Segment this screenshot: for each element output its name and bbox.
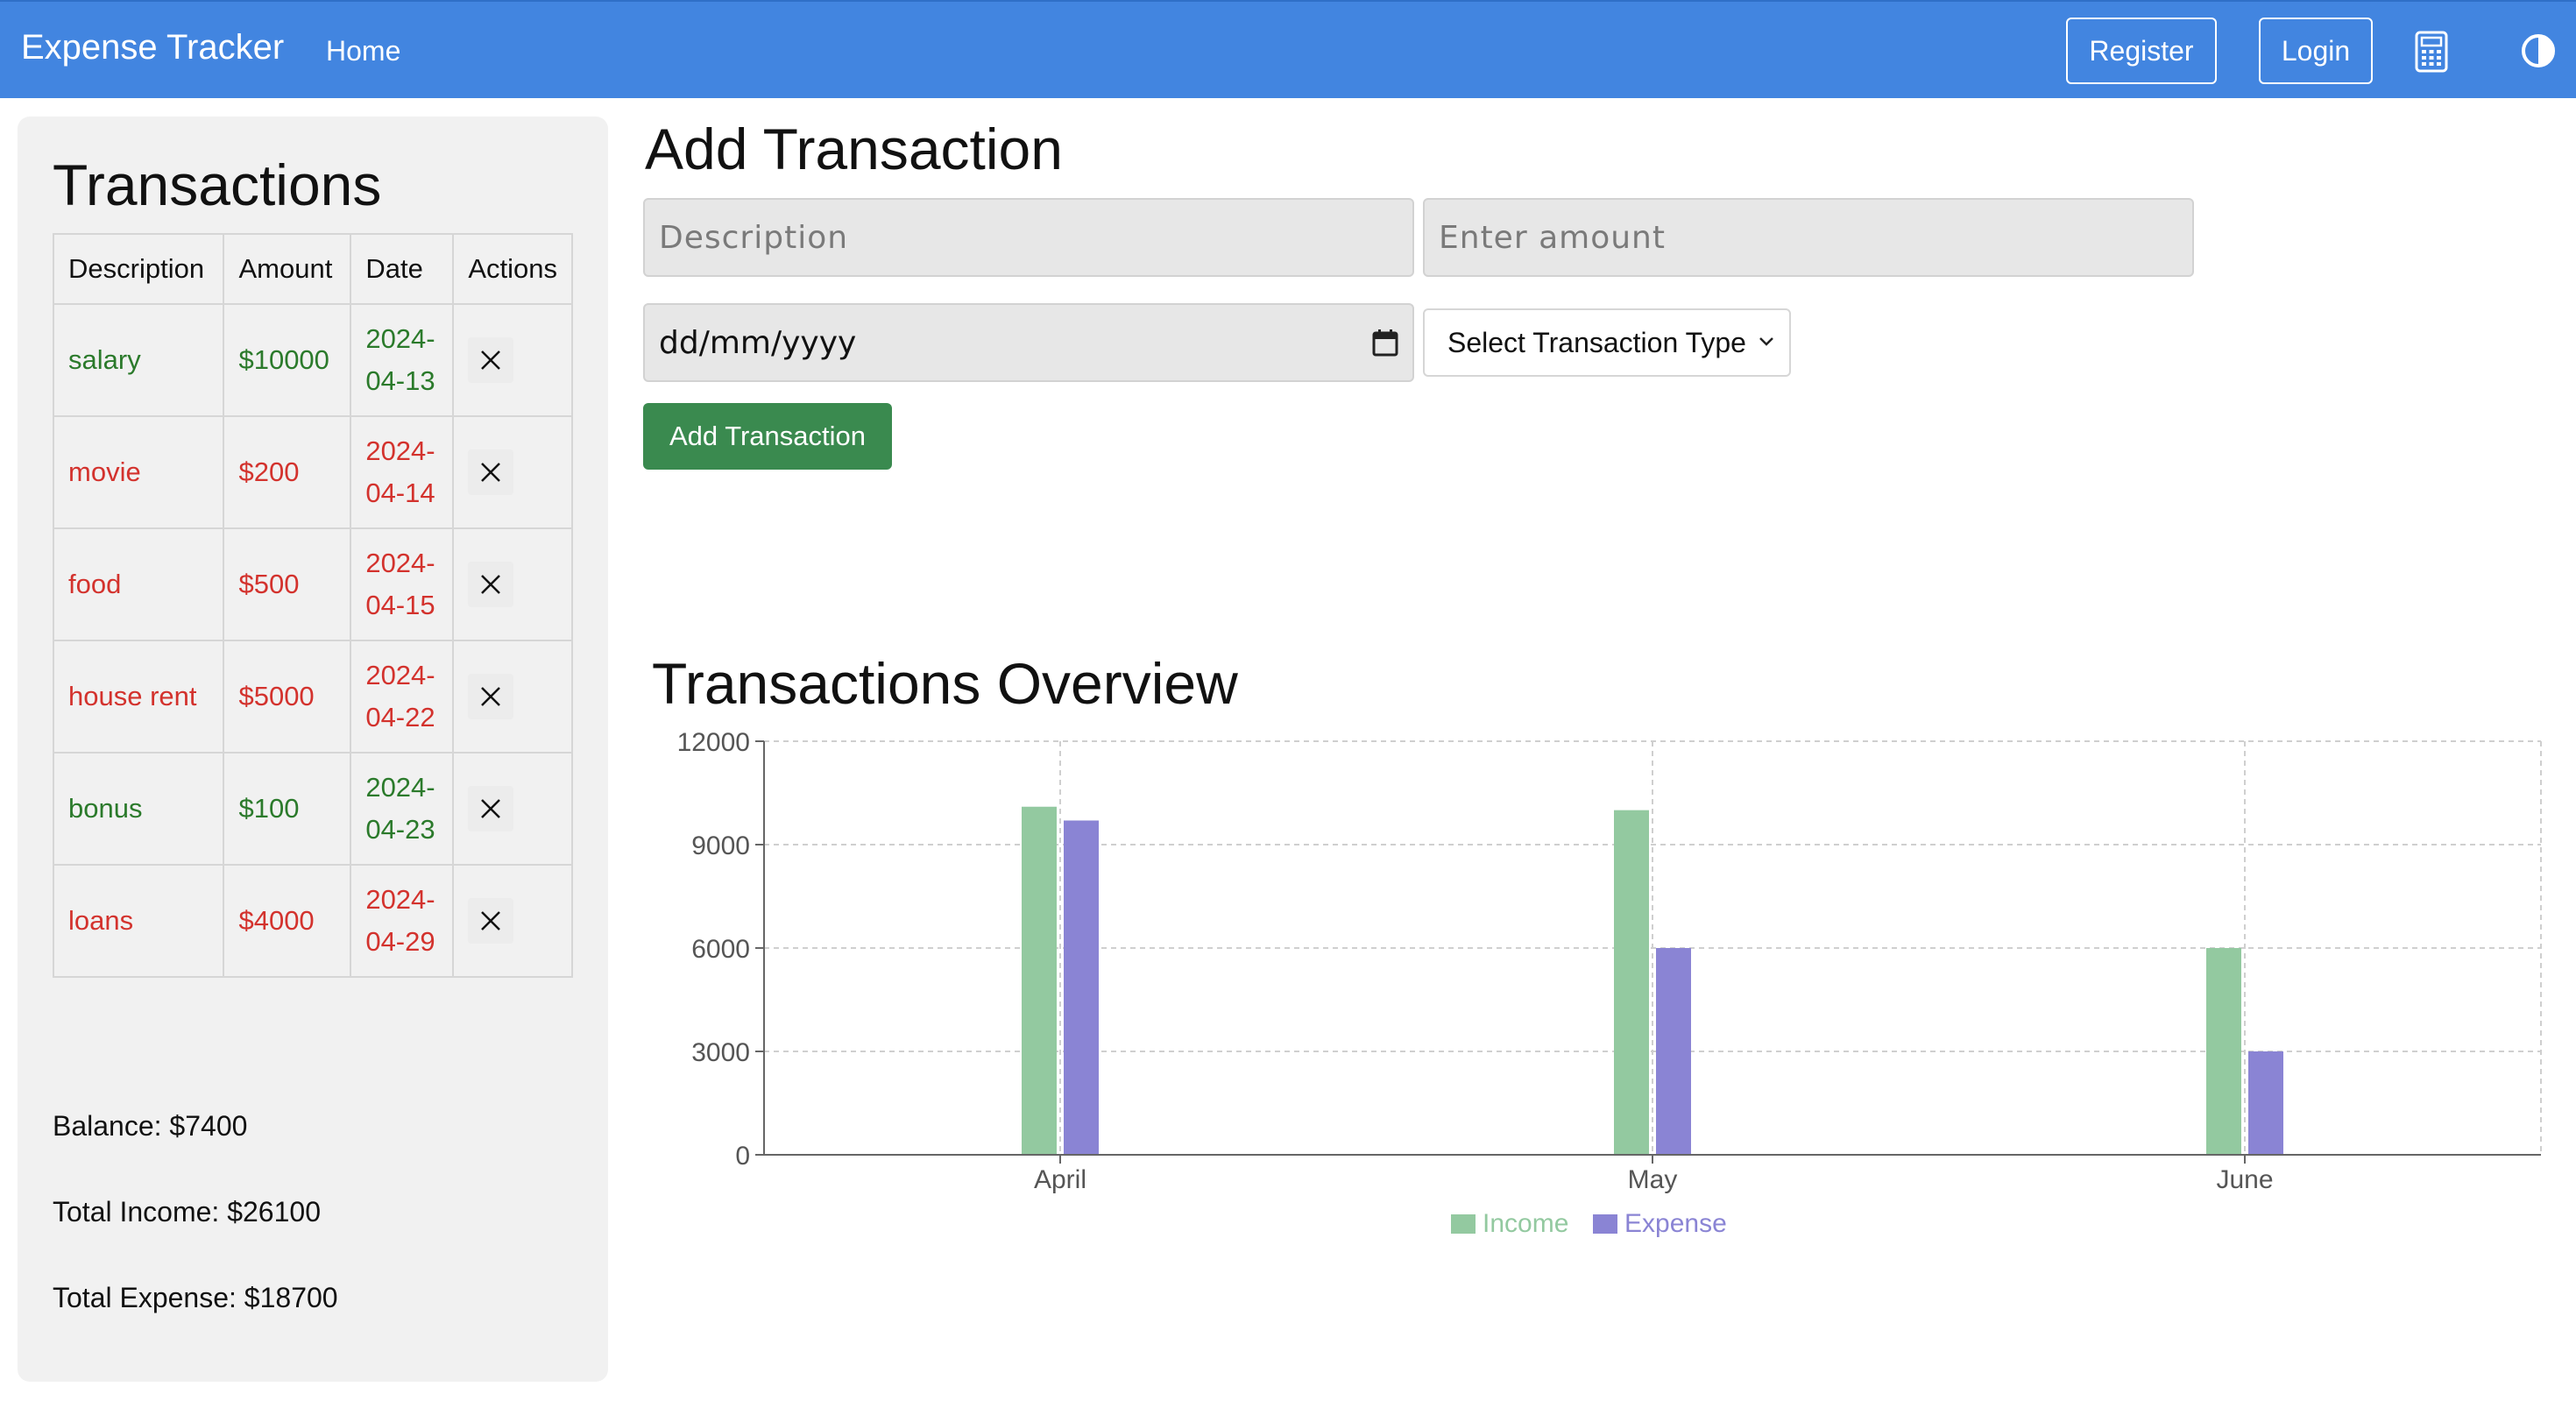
table-row: food $500 2024-04-15 [52, 527, 573, 641]
contrast-icon[interactable] [2520, 32, 2557, 69]
register-button[interactable]: Register [2066, 18, 2217, 84]
description-input[interactable] [643, 198, 1414, 277]
cell-description: food [52, 527, 225, 641]
cell-amount: $100 [223, 752, 352, 866]
cell-description: salary [52, 303, 225, 417]
cell-actions [452, 303, 573, 417]
cell-actions [452, 640, 573, 754]
close-icon [481, 575, 501, 594]
close-icon [481, 463, 501, 482]
cell-amount: $200 [223, 415, 352, 529]
chart-title: Transactions Overview [652, 651, 1238, 716]
table-header-row: Description Amount Date Actions [52, 233, 573, 305]
delete-button[interactable] [468, 898, 514, 944]
transactions-panel: Transactions Description Amount Date Act… [18, 117, 608, 1382]
table-row: salary $10000 2024-04-13 [52, 303, 573, 417]
delete-button[interactable] [468, 562, 514, 607]
legend-label: Expense [1624, 1209, 1727, 1238]
header-actions: Actions [452, 233, 573, 305]
cell-date: 2024-04-23 [350, 752, 455, 866]
cell-date: 2024-04-14 [350, 415, 455, 529]
cell-description: loans [52, 864, 225, 978]
bar-expense [1064, 820, 1099, 1155]
close-icon [481, 350, 501, 370]
cell-actions [452, 415, 573, 529]
cell-amount: $10000 [223, 303, 352, 417]
y-tick-label: 0 [735, 1142, 750, 1171]
navbar: Expense Tracker Home Register Login [0, 0, 2576, 98]
close-icon [481, 911, 501, 930]
cell-date: 2024-04-15 [350, 527, 455, 641]
transactions-table: Description Amount Date Actions salary $1… [52, 233, 573, 978]
cell-amount: $4000 [223, 864, 352, 978]
header-description: Description [52, 233, 225, 305]
cell-actions [452, 527, 573, 641]
close-icon [481, 687, 501, 706]
transactions-chart: 0 3000 6000 9000 12000 April May June Income Expe… [677, 728, 2542, 1238]
legend-label: Income [1483, 1209, 1568, 1238]
date-placeholder: dd/mm/yyyy [659, 324, 857, 361]
calendar-icon[interactable] [1372, 329, 1398, 357]
close-icon [481, 799, 501, 818]
table-row: house rent $5000 2024-04-22 [52, 640, 573, 754]
y-tick-label: 6000 [691, 935, 750, 964]
table-row: movie $200 2024-04-14 [52, 415, 573, 529]
transaction-type-value: Select Transaction Type [1447, 326, 1746, 358]
y-tick-label: 3000 [691, 1038, 750, 1067]
delete-button[interactable] [468, 337, 514, 383]
chevron-down-icon [1759, 337, 1773, 346]
bar-income [1022, 806, 1057, 1155]
table-row: loans $4000 2024-04-29 [52, 864, 573, 978]
transactions-title: Transactions [53, 152, 382, 217]
y-tick-label: 12000 [677, 728, 750, 757]
date-input[interactable]: dd/mm/yyyy [643, 303, 1414, 382]
header-date: Date [350, 233, 455, 305]
table-row: bonus $100 2024-04-23 [52, 752, 573, 866]
cell-date: 2024-04-22 [350, 640, 455, 754]
bar-income [2206, 948, 2241, 1155]
delete-button[interactable] [468, 449, 514, 495]
header-amount: Amount [223, 233, 352, 305]
amount-input[interactable] [1423, 198, 2194, 277]
calculator-icon[interactable] [2415, 31, 2448, 73]
delete-button[interactable] [468, 674, 514, 719]
y-tick-label: 9000 [691, 831, 750, 860]
cell-date: 2024-04-13 [350, 303, 455, 417]
bar-income [1614, 810, 1649, 1155]
cell-amount: $5000 [223, 640, 352, 754]
nav-home-link[interactable]: Home [326, 35, 400, 67]
cell-date: 2024-04-29 [350, 864, 455, 978]
cell-amount: $500 [223, 527, 352, 641]
cell-actions [452, 752, 573, 866]
balance-text: Balance: $7400 [53, 1110, 248, 1142]
add-transaction-button[interactable]: Add Transaction [643, 403, 892, 470]
x-tick-label: April [1034, 1165, 1086, 1194]
x-tick-label: June [2216, 1165, 2273, 1194]
login-button[interactable]: Login [2259, 18, 2373, 84]
cell-actions [452, 864, 573, 978]
bar-expense [1656, 948, 1691, 1155]
cell-description: house rent [52, 640, 225, 754]
add-transaction-title: Add Transaction [645, 117, 1063, 181]
legend-swatch [1451, 1214, 1476, 1234]
total-income-text: Total Income: $26100 [53, 1196, 321, 1228]
x-tick-label: May [1628, 1165, 1678, 1194]
bar-expense [2248, 1051, 2283, 1155]
cell-description: bonus [52, 752, 225, 866]
legend-swatch [1593, 1214, 1617, 1234]
cell-description: movie [52, 415, 225, 529]
brand-title[interactable]: Expense Tracker [21, 28, 284, 67]
delete-button[interactable] [468, 786, 514, 831]
total-expense-text: Total Expense: $18700 [53, 1282, 338, 1313]
transaction-type-select[interactable]: Select Transaction Type [1423, 308, 1791, 377]
